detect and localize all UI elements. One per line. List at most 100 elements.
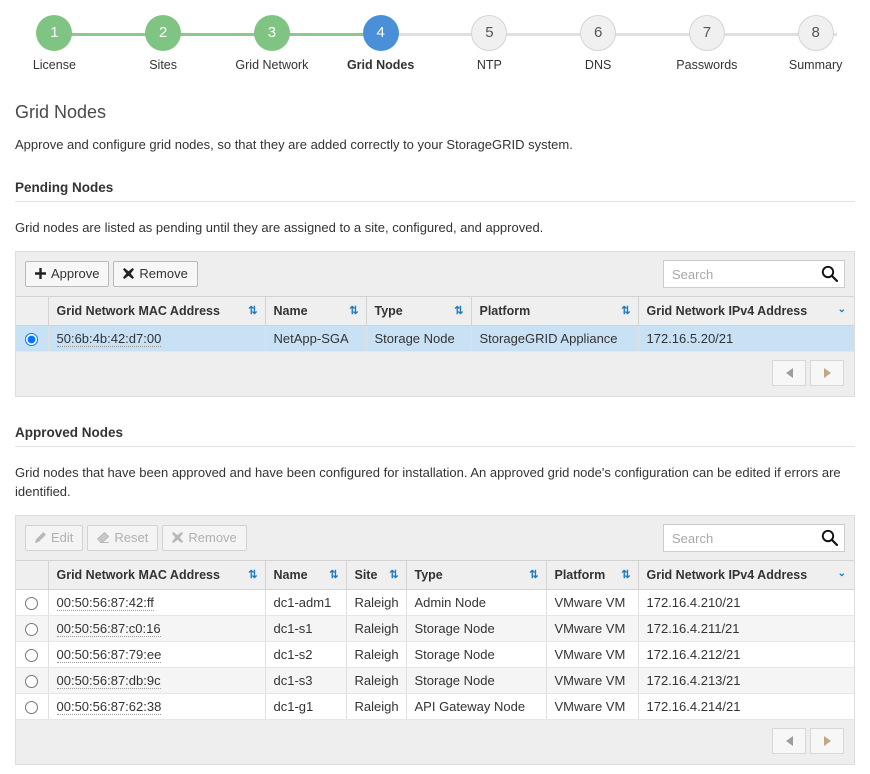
sort-both-icon: ⇅ [454, 305, 463, 317]
approved-prev-page-button[interactable] [772, 728, 806, 755]
page-title: Grid Nodes [15, 102, 107, 122]
wizard-step-dns[interactable]: 6 DNS [544, 0, 653, 72]
table-row[interactable]: 00:50:56:87:79:ee dc1-s2 Raleigh Storage No… [16, 641, 854, 669]
pending-table-header-row: Grid Network MAC Address ⇅ Name ⇅ Type ⇅ Pl… [16, 296, 854, 326]
pending-nodes-description: Grid nodes are listed as pending until t… [15, 220, 544, 235]
approved-nodes-heading: Approved Nodes [15, 425, 855, 448]
row-select-cell[interactable] [16, 325, 49, 353]
wizard-step-summary[interactable]: 8 Summary [761, 0, 870, 72]
approved-next-page-button[interactable] [810, 728, 844, 755]
reset-button[interactable]: Reset [87, 525, 159, 552]
approved-col-mac[interactable]: Grid Network MAC Address ⇅ [48, 560, 266, 591]
row-select-cell[interactable] [16, 667, 49, 695]
pending-prev-page-button[interactable] [772, 360, 806, 387]
cell-mac: 00:50:56:87:62:38 [48, 693, 266, 721]
table-row[interactable]: 00:50:56:87:62:38 dc1-g1 Raleigh API Gatewa… [16, 693, 854, 721]
cell-mac: 00:50:56:87:c0:16 [48, 615, 266, 643]
pending-col-mac-label: Grid Network MAC Address [56, 304, 220, 318]
approved-col-ipv4[interactable]: Grid Network IPv4 Address ⌄ [638, 560, 854, 591]
cell-ipv4: 172.16.4.213/21 [638, 667, 854, 695]
table-row[interactable]: 00:50:56:87:42:ff dc1-adm1 Raleigh Admin No… [16, 589, 854, 617]
pending-select-column-header [16, 296, 49, 326]
table-row[interactable]: 00:50:56:87:db:9c dc1-s3 Raleigh Storage No… [16, 667, 854, 695]
approved-col-platform[interactable]: Platform ⇅ [546, 560, 639, 591]
approved-nodes-actions: Edit Reset Remove [25, 525, 247, 552]
cell-platform: VMware VM [546, 615, 639, 643]
pending-col-ipv4[interactable]: Grid Network IPv4 Address ⌄ [638, 296, 854, 326]
approved-col-site[interactable]: Site ⇅ [346, 560, 407, 591]
chevron-down-icon: ⌄ [837, 568, 846, 580]
table-row[interactable]: 00:50:56:87:c0:16 dc1-s1 Raleigh Storage No… [16, 615, 854, 643]
triangle-left-icon [785, 736, 793, 747]
pending-col-type[interactable]: Type ⇅ [366, 296, 472, 326]
wizard-step-license[interactable]: 1 License [0, 0, 109, 72]
times-icon [123, 267, 135, 281]
pending-next-page-button[interactable] [810, 360, 844, 387]
approve-button[interactable]: Approve [25, 261, 110, 287]
row-select-cell[interactable] [16, 641, 49, 669]
approved-row-radio[interactable] [25, 597, 39, 611]
cell-name: dc1-adm1 [265, 589, 347, 617]
cell-mac: 00:50:56:87:42:ff [48, 589, 266, 617]
cell-site: Raleigh [346, 641, 407, 669]
approved-row-radio[interactable] [25, 623, 39, 637]
sort-both-icon: ⇅ [248, 569, 257, 582]
cell-mac: 00:50:56:87:79:ee [48, 641, 266, 669]
row-select-cell[interactable] [16, 615, 49, 643]
pending-search-input[interactable] [663, 260, 845, 288]
reset-button-label: Reset [114, 530, 149, 546]
pending-nodes-table: Grid Network MAC Address ⇅ Name ⇅ Type ⇅ Pl… [16, 296, 854, 353]
approved-nodes-toolbar: Edit Reset Remove [16, 516, 854, 560]
approved-remove-button[interactable]: Remove [162, 525, 247, 552]
cell-type: Storage Node [406, 615, 547, 643]
wizard-step-label: Grid Network [235, 58, 309, 72]
cell-site: Raleigh [346, 589, 407, 617]
row-select-cell[interactable] [16, 589, 49, 617]
cell-platform: VMware VM [546, 693, 639, 721]
approved-search-input[interactable] [663, 524, 845, 553]
approved-col-type[interactable]: Type ⇅ [406, 560, 547, 591]
approved-pagination [16, 720, 854, 764]
wizard-step-passwords[interactable]: 7 Passwords [653, 0, 762, 72]
edit-button[interactable]: Edit [25, 525, 84, 552]
wizard-step-number: 8 [797, 15, 834, 51]
sort-both-icon: ⇅ [349, 305, 358, 317]
approved-col-name[interactable]: Name ⇅ [265, 560, 347, 591]
wizard-step-label: Passwords [676, 58, 738, 72]
pending-row-radio[interactable] [25, 333, 39, 347]
pending-nodes-heading: Pending Nodes [15, 180, 855, 202]
pending-col-platform[interactable]: Platform ⇅ [471, 296, 639, 326]
triangle-right-icon [823, 368, 831, 379]
pending-col-mac[interactable]: Grid Network MAC Address ⇅ [48, 296, 266, 326]
cell-name: dc1-s2 [265, 641, 347, 669]
search-icon[interactable] [821, 529, 839, 547]
approve-button-label: Approve [51, 266, 100, 281]
cell-type: Storage Node [406, 667, 547, 695]
approved-row-radio[interactable] [25, 649, 39, 663]
approved-col-site-label: Site [354, 568, 378, 583]
wizard-step-number: 5 [471, 15, 508, 51]
search-icon[interactable] [821, 265, 839, 283]
wizard-step-grid-network[interactable]: 3 Grid Network [218, 0, 327, 72]
pending-col-platform-label: Platform [479, 304, 531, 318]
approved-row-radio[interactable] [25, 701, 39, 715]
triangle-right-icon [823, 736, 831, 747]
cell-platform: VMware VM [546, 641, 639, 669]
row-select-cell[interactable] [16, 693, 49, 721]
table-row[interactable]: 50:6b:4b:42:d7:00 NetApp-SGA Storage Node S… [16, 325, 854, 353]
wizard-step-sites[interactable]: 2 Sites [109, 0, 218, 72]
wizard-step-ntp[interactable]: 5 NTP [435, 0, 544, 72]
approved-col-mac-label: Grid Network MAC Address [56, 568, 220, 583]
wizard-step-grid-nodes[interactable]: 4 Grid Nodes [326, 0, 435, 72]
pencil-icon [35, 531, 46, 545]
pending-col-name[interactable]: Name ⇅ [265, 296, 367, 326]
mac-address-value: 00:50:56:87:42:ff [56, 595, 154, 612]
edit-button-label: Edit [51, 530, 74, 546]
mac-address-value: 00:50:56:87:79:ee [56, 647, 162, 664]
wizard-step-number: 7 [688, 15, 725, 51]
pending-remove-button[interactable]: Remove [113, 261, 198, 287]
pending-search-box [663, 260, 845, 288]
eraser-icon [97, 531, 110, 545]
approved-row-radio[interactable] [25, 675, 39, 689]
cell-ipv4: 172.16.4.210/21 [638, 589, 854, 617]
